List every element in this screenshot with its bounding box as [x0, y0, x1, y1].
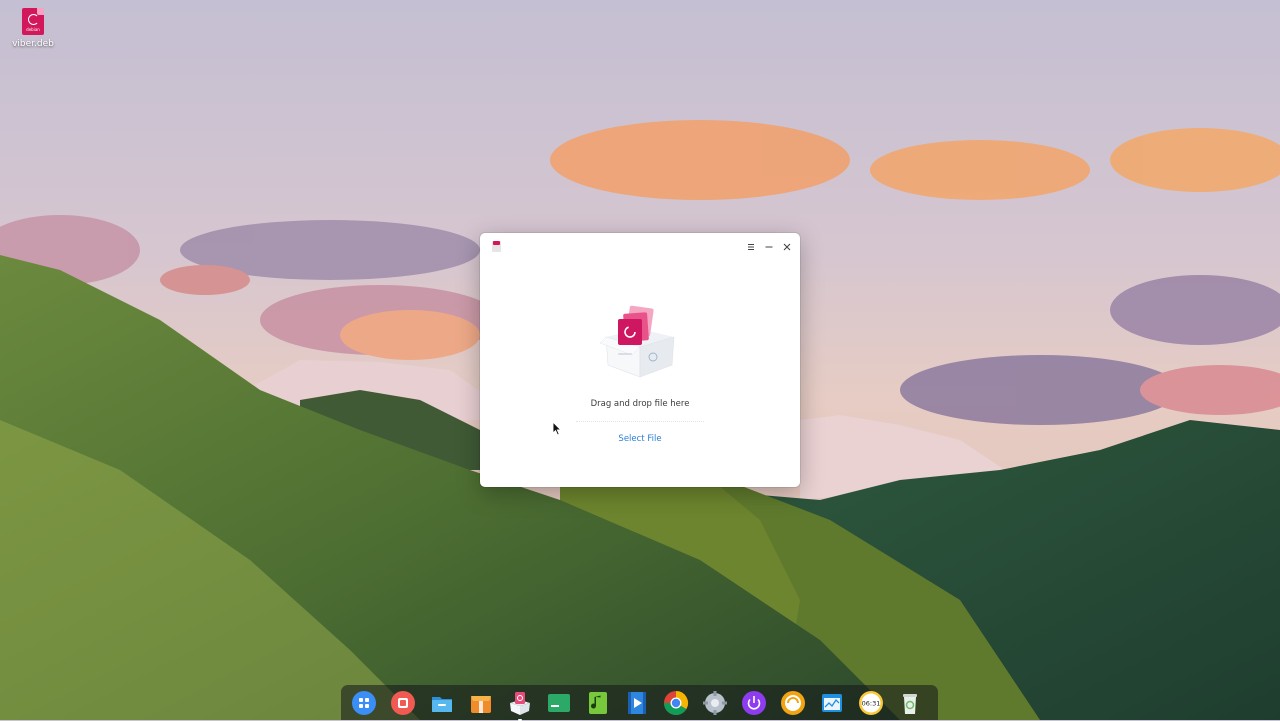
clock-icon: 06:31 — [859, 691, 883, 715]
select-file-button[interactable]: Select File — [590, 434, 690, 444]
dock-settings[interactable] — [702, 690, 728, 716]
mouse-pointer-icon — [552, 420, 562, 440]
window-menu-button[interactable] — [743, 239, 759, 255]
launcher-icon — [352, 691, 376, 715]
window-titlebar[interactable] — [480, 233, 800, 261]
window-minimize-button[interactable] — [761, 239, 777, 255]
dock-trash[interactable] — [897, 690, 923, 716]
package-icon — [510, 692, 530, 715]
dock-launcher[interactable] — [351, 690, 377, 716]
drop-zone-divider — [576, 421, 704, 422]
monitor-icon — [822, 694, 842, 712]
menu-icon — [748, 244, 754, 250]
dock-clock[interactable]: 06:31 — [858, 690, 884, 716]
debian-package-icon: debian — [22, 8, 44, 35]
browser-icon — [781, 691, 805, 715]
dock-deepin-browser[interactable] — [780, 690, 806, 716]
dock-app-store[interactable] — [468, 690, 494, 716]
minimize-icon — [765, 246, 773, 248]
drag-drop-hint: Drag and drop file here — [590, 399, 690, 409]
power-icon — [742, 691, 766, 715]
dock: 06:31 — [341, 685, 938, 721]
chrome-icon — [663, 691, 689, 716]
desktop-file-viber-deb[interactable]: debian viber.deb — [10, 8, 56, 49]
dock-multitasking-view[interactable] — [390, 690, 416, 716]
package-box-illustration — [598, 303, 682, 379]
multitask-icon — [391, 691, 415, 715]
window-close-button[interactable] — [779, 239, 795, 255]
store-icon — [471, 696, 491, 713]
music-icon — [589, 692, 607, 714]
package-installer-icon — [492, 241, 501, 252]
dock-package-installer[interactable] — [507, 690, 533, 721]
terminal-icon — [548, 694, 570, 712]
gear-icon — [703, 691, 727, 715]
package-installer-window: Drag and drop file here Select File — [480, 233, 800, 487]
dock-shutdown[interactable] — [741, 690, 767, 716]
dock-terminal[interactable] — [546, 690, 572, 716]
folder-icon — [432, 697, 452, 712]
dock-file-manager[interactable] — [429, 690, 455, 716]
trash-icon — [903, 694, 917, 714]
desktop-file-label: viber.deb — [12, 39, 54, 49]
debian-badge-text: debian — [26, 27, 40, 32]
clock-time: 06:31 — [862, 700, 881, 708]
dock-music[interactable] — [585, 690, 611, 716]
dock-system-monitor[interactable] — [819, 690, 845, 716]
video-icon — [628, 692, 646, 714]
dock-video-player[interactable] — [624, 690, 650, 716]
close-icon — [783, 243, 791, 251]
dock-chrome[interactable] — [663, 690, 689, 716]
